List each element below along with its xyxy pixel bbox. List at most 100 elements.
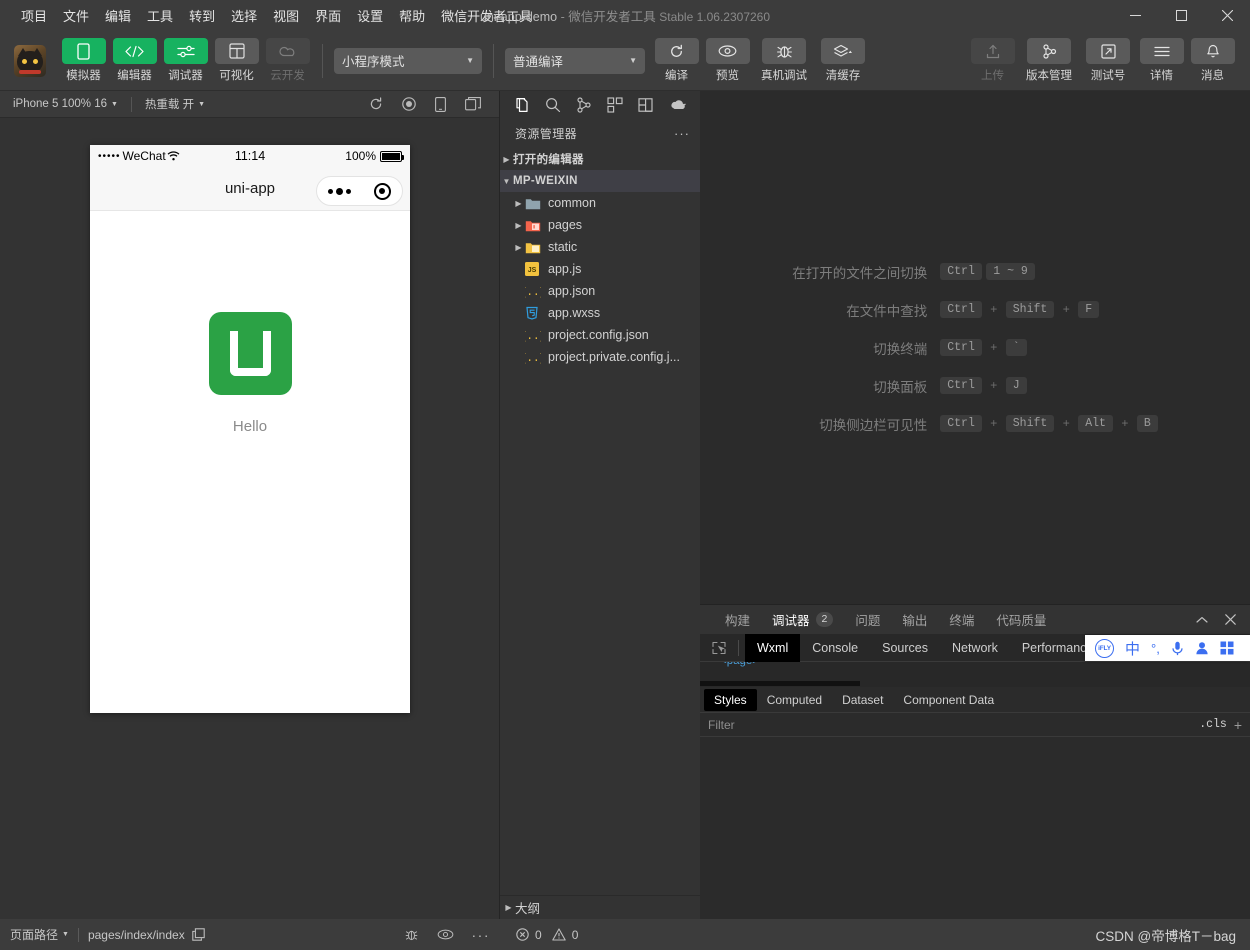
devtools-tab-sources[interactable]: Sources — [870, 634, 940, 662]
source-control-icon[interactable] — [576, 96, 592, 113]
hot-reload-select[interactable]: 热重载 开 ▼ — [142, 94, 208, 114]
mode-select[interactable]: 小程序模式 ▼ — [334, 47, 482, 74]
styles-tab-computed[interactable]: Computed — [757, 689, 832, 711]
user-icon[interactable] — [1195, 641, 1209, 655]
devtools-tab-network[interactable]: Network — [940, 634, 1010, 662]
maximize-button[interactable] — [1158, 0, 1204, 31]
add-rule-button[interactable]: + — [1234, 717, 1250, 733]
copy-icon[interactable] — [191, 928, 205, 941]
styles-tab-styles[interactable]: Styles — [704, 688, 757, 711]
key-sep: + — [990, 416, 998, 431]
debug-cloud-icon[interactable] — [669, 98, 686, 112]
tree-item-common[interactable]: ▶ common — [500, 192, 700, 214]
menu-item-help[interactable]: 帮助 — [391, 2, 433, 29]
toolbar-realdevice-button[interactable]: 真机调试 — [755, 38, 813, 83]
tree-item-app-json[interactable]: ▶ {..} app.json — [500, 280, 700, 302]
menu-item-edit[interactable]: 编辑 — [97, 2, 139, 29]
ime-mode-chinese[interactable]: 中 — [1125, 638, 1140, 659]
grid-icon[interactable] — [1220, 641, 1234, 655]
more-icon[interactable]: ··· — [674, 126, 690, 141]
toolbar-simulator-button[interactable]: 模拟器 — [60, 38, 107, 83]
tab-build[interactable]: 构建 — [714, 605, 761, 635]
close-button[interactable] — [1204, 0, 1250, 31]
dom-tree-line[interactable]: <page> — [700, 662, 1250, 680]
bug-icon[interactable] — [404, 928, 419, 942]
menu-item-goto[interactable]: 转到 — [181, 2, 223, 29]
more-dots-icon[interactable] — [328, 187, 352, 195]
toolbar-compile-button[interactable]: 编译 — [653, 38, 700, 83]
tab-output[interactable]: 输出 — [891, 605, 938, 635]
compile-select[interactable]: 普通编译 ▼ — [505, 47, 645, 74]
cls-button[interactable]: .cls — [1192, 718, 1234, 731]
collapse-icon[interactable] — [1190, 608, 1214, 632]
toolbar-clearcache-button[interactable]: 清缓存 — [817, 38, 869, 83]
hint-keys: Ctrl + ` — [940, 338, 1158, 358]
toolbar-debugger-button[interactable]: 调试器 — [162, 38, 209, 83]
files-icon[interactable] — [514, 97, 530, 113]
search-icon[interactable] — [545, 97, 561, 113]
menu-item-select[interactable]: 选择 — [223, 2, 265, 29]
styles-tab-component-data[interactable]: Component Data — [893, 689, 1004, 711]
snippets-icon[interactable] — [638, 97, 654, 113]
multi-window-icon[interactable] — [465, 97, 481, 112]
tab-terminal[interactable]: 终端 — [938, 605, 985, 635]
tree-item-app-js[interactable]: ▶ JS app.js — [500, 258, 700, 280]
hint-keys: Ctrl + Shift + F — [940, 300, 1158, 320]
outline-section[interactable]: ▶ 大纲 — [500, 895, 700, 919]
devtools-tab-wxml[interactable]: Wxml — [745, 633, 801, 662]
tree-section-mp-weixin[interactable]: ▼ MP-WEIXIN — [500, 170, 700, 192]
tree-item-project-config[interactable]: ▶ {..} project.config.json — [500, 324, 700, 346]
toolbar-messages-button[interactable]: 消息 — [1189, 38, 1236, 83]
tree-item-project-private-config[interactable]: ▶ {..} project.private.config.j... — [500, 346, 700, 368]
eye-icon[interactable] — [437, 929, 454, 940]
refresh-icon[interactable] — [369, 97, 383, 112]
toolbar-details-label: 详情 — [1150, 70, 1173, 82]
tree-item-pages[interactable]: ▶ pages — [500, 214, 700, 236]
tab-problems[interactable]: 问题 — [844, 605, 891, 635]
device-select-value: iPhone 5 100% 16 — [13, 98, 107, 110]
toolbar-editor-button[interactable]: 编辑器 — [111, 38, 158, 83]
toolbar-visualize-button[interactable]: 可视化 — [213, 38, 260, 83]
tree-section-open-editors[interactable]: ▶ 打开的编辑器 — [500, 148, 700, 170]
ifly-logo-icon[interactable]: iFLY — [1095, 638, 1114, 658]
extensions-icon[interactable] — [607, 96, 623, 113]
toolbar-left-group: 模拟器 编辑器 调试器 可视化 云开发 — [60, 38, 311, 83]
menu-item-file[interactable]: 文件 — [55, 2, 97, 29]
menu-item-tools[interactable]: 工具 — [139, 2, 181, 29]
styles-tab-dataset[interactable]: Dataset — [832, 689, 893, 711]
ime-punctuation-icon[interactable]: °, — [1151, 641, 1160, 656]
menu-item-devtools[interactable]: 微信开发者工具 — [433, 2, 540, 29]
menu-item-interface[interactable]: 界面 — [307, 2, 349, 29]
record-icon[interactable] — [402, 97, 416, 112]
toolbar-testaccount-button[interactable]: 测试号 — [1082, 38, 1134, 83]
hint-action: 切换侧边栏可见性 — [819, 417, 928, 433]
status-bar-problems[interactable]: 0 0 — [500, 928, 700, 942]
tab-code-quality[interactable]: 代码质量 — [985, 605, 1057, 635]
devtools-tab-console[interactable]: Console — [800, 634, 870, 662]
menu-item-settings[interactable]: 设置 — [349, 2, 391, 29]
bell-icon — [1190, 38, 1235, 64]
close-icon[interactable] — [1218, 608, 1242, 632]
wechat-capsule-button[interactable] — [316, 176, 403, 206]
more-icon[interactable]: ··· — [472, 927, 491, 943]
mic-icon[interactable] — [1171, 641, 1184, 656]
styles-filter-input[interactable] — [700, 717, 1193, 732]
toolbar-cloud-button[interactable]: 云开发 — [264, 38, 311, 83]
page-path-label: 页面路径 — [10, 928, 59, 942]
menu-item-project[interactable]: 项目 — [13, 2, 55, 29]
toolbar-upload-button[interactable]: 上传 — [969, 38, 1016, 83]
rotate-device-icon[interactable] — [435, 96, 446, 112]
dom-tree-scrollbar[interactable] — [700, 680, 1250, 687]
menu-item-view[interactable]: 视图 — [265, 2, 307, 29]
device-select[interactable]: iPhone 5 100% 16 ▼ — [10, 96, 121, 112]
tree-item-app-wxss[interactable]: ▶ app.wxss — [500, 302, 700, 324]
close-target-icon[interactable] — [373, 182, 391, 200]
tree-item-static[interactable]: ▶ static — [500, 236, 700, 258]
minimize-button[interactable] — [1112, 0, 1158, 31]
toolbar-preview-button[interactable]: 预览 — [704, 38, 751, 83]
inspect-element-icon[interactable] — [706, 637, 732, 659]
tab-debugger[interactable]: 调试器 2 — [761, 605, 844, 635]
toolbar-version-button[interactable]: 版本管理 — [1020, 38, 1078, 83]
page-path-select[interactable]: 页面路径 ▼ — [10, 926, 69, 943]
toolbar-details-button[interactable]: 详情 — [1138, 38, 1185, 83]
